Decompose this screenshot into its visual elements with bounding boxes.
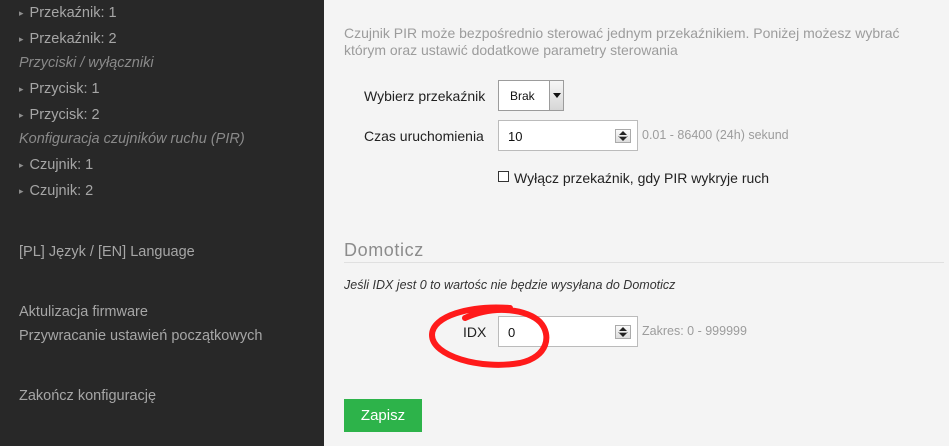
sidebar-item-firmware-update[interactable]: Aktulizacja firmware bbox=[19, 304, 148, 320]
arrow-right-icon: ▸ bbox=[19, 34, 24, 44]
arrow-right-icon: ▸ bbox=[19, 110, 24, 120]
sidebar-item-button-1[interactable]: ▸ Przycisk: 1 bbox=[19, 81, 100, 97]
idx-input[interactable]: 0 bbox=[498, 316, 638, 347]
disable-relay-checkbox[interactable] bbox=[498, 171, 509, 182]
sidebar: ▸ Przekaźnik: 1 ▸ Przekaźnik: 2 Przyciski … bbox=[0, 0, 324, 446]
sidebar-item-label: Czujnik: 1 bbox=[29, 157, 94, 173]
section-title-domoticz: Domoticz bbox=[344, 240, 424, 260]
intro-text: Czujnik PIR może bezpośrednio sterować j… bbox=[344, 25, 900, 58]
idx-note: Jeśli IDX jest 0 to wartośc nie będzie w… bbox=[344, 278, 676, 292]
sidebar-item-label: Przekaźnik: 1 bbox=[29, 5, 117, 21]
sidebar-item-label: Przycisk: 1 bbox=[29, 81, 100, 97]
sidebar-item-label: Przycisk: 2 bbox=[29, 107, 100, 123]
save-button[interactable]: Zapisz bbox=[344, 399, 422, 432]
idx-hint: Zakres: 0 - 999999 bbox=[642, 324, 747, 338]
section-divider bbox=[344, 262, 944, 263]
sidebar-item-factory-reset[interactable]: Przywracanie ustawień początkowych bbox=[19, 328, 262, 344]
arrow-right-icon: ▸ bbox=[19, 186, 24, 196]
idx-label: IDX bbox=[463, 324, 487, 340]
time-hint: 0.01 - 86400 (24h) sekund bbox=[642, 128, 789, 142]
arrow-right-icon: ▸ bbox=[19, 160, 24, 170]
sidebar-item-relay-1[interactable]: ▸ Przekaźnik: 1 bbox=[19, 5, 117, 21]
relay-select-value: Brak bbox=[510, 89, 535, 103]
arrow-right-icon: ▸ bbox=[19, 84, 24, 94]
arrow-right-icon: ▸ bbox=[19, 8, 24, 18]
spinner-icon[interactable] bbox=[615, 129, 631, 143]
relay-select-label: Wybierz przekaźnik bbox=[364, 88, 486, 104]
idx-input-value: 0 bbox=[508, 325, 516, 340]
time-input[interactable]: 10 bbox=[498, 120, 638, 151]
time-input-value: 10 bbox=[508, 129, 523, 144]
sidebar-item-relay-2[interactable]: ▸ Przekaźnik: 2 bbox=[19, 31, 117, 47]
main-panel: Czujnik PIR może bezpośrednio sterować j… bbox=[324, 0, 949, 446]
sidebar-item-label: Przekaźnik: 2 bbox=[29, 31, 117, 47]
sidebar-heading-buttons: Przyciski / wyłączniki bbox=[19, 55, 154, 71]
spinner-icon[interactable] bbox=[615, 325, 631, 339]
sidebar-item-finish-configuration[interactable]: Zakończ konfigurację bbox=[19, 388, 156, 404]
sidebar-item-language[interactable]: [PL] Język / [EN] Language bbox=[19, 244, 195, 260]
chevron-down-icon[interactable] bbox=[549, 81, 563, 110]
time-label: Czas uruchomienia bbox=[364, 128, 484, 144]
sidebar-item-label: Czujnik: 2 bbox=[29, 183, 94, 199]
sidebar-item-button-2[interactable]: ▸ Przycisk: 2 bbox=[19, 107, 100, 123]
sidebar-item-sensor-2[interactable]: ▸ Czujnik: 2 bbox=[19, 183, 93, 199]
sidebar-item-sensor-1[interactable]: ▸ Czujnik: 1 bbox=[19, 157, 93, 173]
disable-relay-checkbox-label[interactable]: Wyłącz przekaźnik, gdy PIR wykryje ruch bbox=[514, 170, 769, 186]
sidebar-heading-pir: Konfiguracja czujników ruchu (PIR) bbox=[19, 131, 245, 147]
relay-select[interactable]: Brak bbox=[498, 80, 564, 111]
